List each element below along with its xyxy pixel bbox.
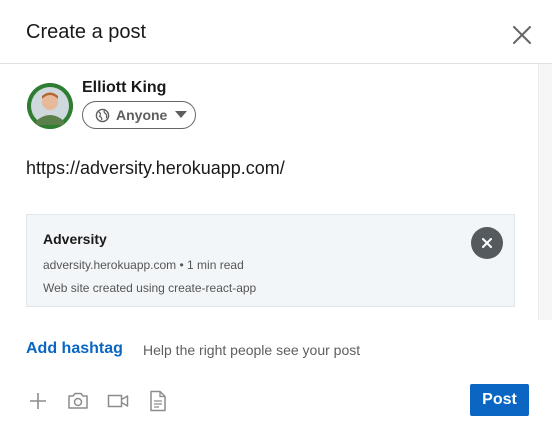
link-preview-card: Adversity adversity.herokuapp.com • 1 mi… xyxy=(26,214,515,307)
preview-title: Adversity xyxy=(43,231,107,247)
add-content-button[interactable] xyxy=(26,389,50,413)
audience-label: Anyone xyxy=(116,107,168,123)
caret-down-icon xyxy=(175,111,188,119)
post-text-editor[interactable]: https://adversity.herokuapp.com/ xyxy=(26,158,285,179)
preview-meta: adversity.herokuapp.com • 1 min read xyxy=(43,258,244,272)
avatar[interactable] xyxy=(27,83,73,129)
preview-description: Web site created using create-react-app xyxy=(43,281,257,295)
close-button[interactable] xyxy=(506,19,538,51)
scrollbar[interactable] xyxy=(538,64,552,320)
plus-icon xyxy=(28,391,48,411)
remove-preview-button[interactable] xyxy=(471,227,503,259)
add-photo-button[interactable] xyxy=(66,389,90,413)
author-name: Elliott King xyxy=(82,79,167,96)
add-document-button[interactable] xyxy=(146,389,170,413)
remove-preview-icon xyxy=(482,238,492,248)
dialog-header: Create a post xyxy=(0,0,552,64)
add-hashtag-button[interactable]: Add hashtag xyxy=(26,340,123,358)
document-icon xyxy=(149,390,167,412)
audience-dropdown[interactable]: Anyone xyxy=(82,101,196,129)
hashtag-help-text: Help the right people see your post xyxy=(143,342,361,358)
post-button[interactable]: Post xyxy=(470,384,529,416)
camera-icon xyxy=(67,391,89,411)
dialog-title: Create a post xyxy=(26,21,147,43)
video-icon xyxy=(107,391,129,411)
globe-icon xyxy=(95,108,110,123)
add-video-button[interactable] xyxy=(106,389,130,413)
close-icon xyxy=(513,26,531,44)
